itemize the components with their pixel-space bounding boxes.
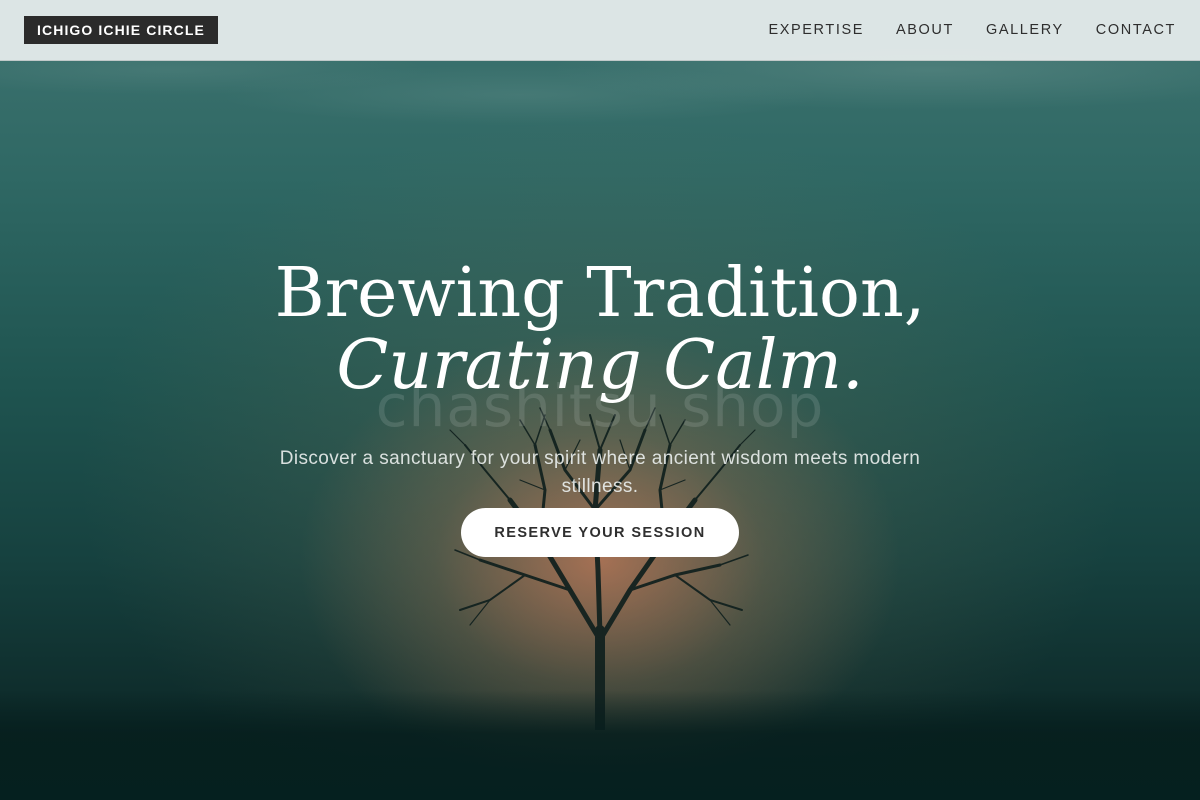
hero-subtitle: Discover a sanctuary for your spirit whe… xyxy=(279,448,921,497)
nav-link-contact[interactable]: CONTACT xyxy=(1096,22,1176,38)
ground-shadow xyxy=(0,690,1200,800)
nav-link-gallery[interactable]: GALLERY xyxy=(986,22,1064,38)
site-header: ICHIGO ICHIE CIRCLE EXPERTISE ABOUT GALL… xyxy=(0,0,1200,61)
reserve-session-button[interactable]: RESERVE YOUR SESSION xyxy=(461,508,739,557)
site-logo[interactable]: ICHIGO ICHIE CIRCLE xyxy=(24,16,218,44)
nav-link-expertise[interactable]: EXPERTISE xyxy=(768,22,864,38)
main-nav: EXPERTISE ABOUT GALLERY CONTACT xyxy=(736,0,1176,60)
nav-link-about[interactable]: ABOUT xyxy=(896,22,954,38)
headline-line-1: Brewing Tradition, xyxy=(274,254,926,333)
headline-line-2: Curating Calm. xyxy=(336,326,864,405)
hero-headline: Brewing Tradition, Curating Calm. xyxy=(0,258,1200,402)
